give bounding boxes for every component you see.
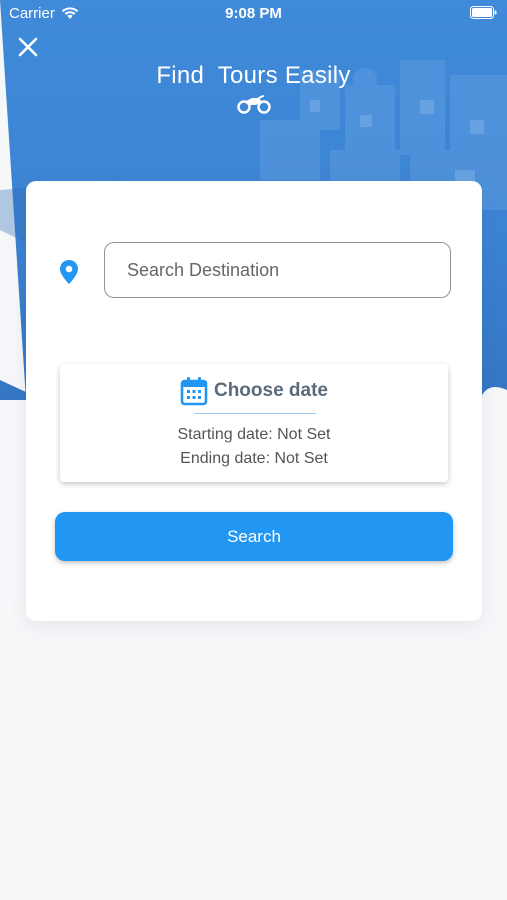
- close-icon[interactable]: [16, 35, 40, 59]
- choose-date-label: Choose date: [213, 380, 329, 401]
- choose-date-header: Choose date: [60, 376, 448, 406]
- battery-icon: [470, 6, 497, 19]
- calendar-icon: [180, 377, 208, 406]
- status-time: 9:08 PM: [225, 5, 282, 22]
- map-pin-icon: [60, 260, 78, 284]
- search-card: Choose date Starting date: Not Set Endin…: [26, 181, 482, 621]
- starting-date-text: Starting date: Not Set: [177, 426, 331, 443]
- page-title: Find Tours Easily: [156, 62, 351, 89]
- choose-date-button[interactable]: Choose date Starting date: Not Set Endin…: [60, 364, 448, 482]
- search-button[interactable]: Search: [55, 512, 453, 561]
- motorcycle-icon: [237, 95, 271, 114]
- search-destination-input[interactable]: [104, 242, 451, 298]
- ending-date-text: Ending date: Not Set: [180, 450, 328, 467]
- status-bar: Carrier 9:08 PM: [0, 0, 507, 28]
- date-divider: [194, 413, 316, 414]
